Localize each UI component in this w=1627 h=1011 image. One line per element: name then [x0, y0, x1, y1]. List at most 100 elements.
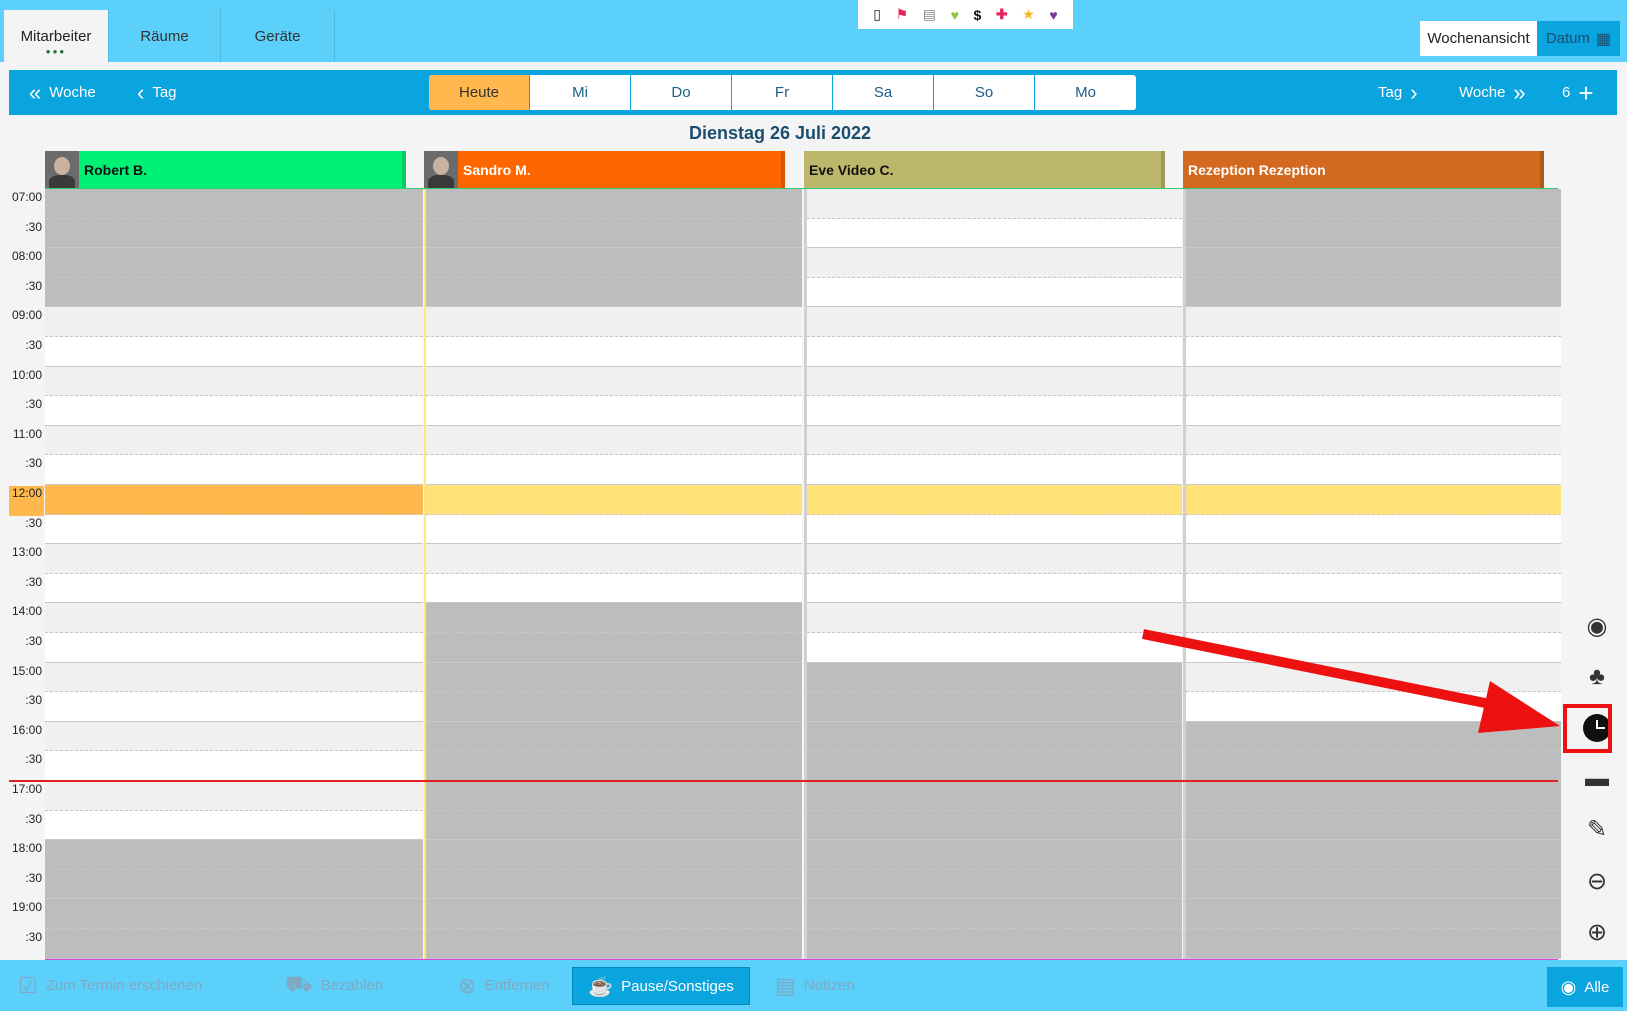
column-header[interactable]: Sandro M. — [424, 151, 785, 188]
time-slot[interactable] — [45, 396, 423, 426]
time-slot[interactable] — [426, 810, 802, 841]
time-slot[interactable] — [45, 544, 423, 574]
time-slot[interactable] — [1186, 277, 1561, 308]
time-slot[interactable] — [1186, 869, 1561, 900]
time-slot[interactable] — [45, 781, 423, 811]
eye-slash-icon[interactable]: ◉ — [1578, 607, 1616, 645]
time-slot[interactable] — [426, 248, 802, 278]
time-slot[interactable] — [1186, 810, 1561, 841]
time-slot[interactable] — [45, 869, 423, 900]
tab-geraete[interactable]: Geräte — [221, 10, 335, 62]
time-slot[interactable] — [807, 189, 1182, 219]
time-slot[interactable] — [807, 633, 1182, 663]
pay-button[interactable]: ⛟ Bezahlen — [285, 960, 383, 1011]
week-view-button[interactable]: Wochenansicht — [1420, 21, 1537, 56]
day-tab-mi[interactable]: Mi — [530, 75, 631, 110]
time-slot[interactable] — [45, 425, 423, 456]
remove-button[interactable]: ⊗ Entfernen — [458, 960, 549, 1011]
time-slot[interactable] — [45, 277, 423, 308]
print-icon[interactable]: ▬ — [1578, 760, 1616, 798]
day-tab-mo[interactable]: Mo — [1035, 75, 1136, 110]
cross-icon[interactable]: ✚ — [996, 6, 1008, 23]
time-slot[interactable] — [426, 692, 802, 722]
time-slot[interactable] — [426, 840, 802, 870]
time-slot[interactable] — [426, 218, 802, 249]
group-icon[interactable]: ♣ — [1578, 658, 1616, 696]
column-header[interactable]: Rezeption Rezeption — [1183, 151, 1544, 188]
time-slot[interactable] — [807, 840, 1182, 870]
time-slot[interactable] — [426, 396, 802, 426]
time-slot[interactable] — [807, 455, 1182, 485]
time-slot[interactable] — [45, 633, 423, 663]
day-tab-sa[interactable]: Sa — [833, 75, 934, 110]
time-slot[interactable] — [1186, 721, 1561, 752]
time-slot[interactable] — [1186, 514, 1561, 545]
time-slot[interactable] — [807, 810, 1182, 841]
phone-icon[interactable]: ▯ — [873, 6, 881, 23]
time-slot[interactable] — [426, 899, 802, 929]
time-slot[interactable] — [426, 869, 802, 900]
time-slot[interactable] — [1186, 425, 1561, 456]
time-slot[interactable] — [426, 603, 802, 633]
time-slot[interactable] — [45, 248, 423, 278]
time-slot[interactable] — [45, 692, 423, 722]
time-slot[interactable] — [45, 929, 423, 959]
time-slot[interactable] — [807, 425, 1182, 456]
time-slot[interactable] — [45, 189, 423, 219]
column-header[interactable]: Robert B. — [45, 151, 406, 188]
time-slot[interactable] — [1186, 662, 1561, 693]
time-slot[interactable] — [1186, 573, 1561, 604]
time-slot[interactable] — [807, 781, 1182, 811]
time-slot[interactable] — [45, 603, 423, 633]
tab-raeume[interactable]: Räume — [109, 10, 221, 62]
time-slot[interactable] — [45, 721, 423, 752]
time-slot[interactable] — [45, 840, 423, 870]
time-slot[interactable] — [426, 662, 802, 693]
time-slot[interactable] — [807, 366, 1182, 397]
time-slot[interactable] — [426, 337, 802, 367]
time-slot[interactable] — [45, 366, 423, 397]
time-slot[interactable] — [807, 396, 1182, 426]
time-slot[interactable] — [807, 307, 1182, 337]
time-slot[interactable] — [426, 544, 802, 574]
next-week-button[interactable]: Woche » — [1459, 70, 1526, 115]
time-slot[interactable] — [426, 307, 802, 337]
time-slot[interactable] — [1186, 692, 1561, 722]
time-slot[interactable] — [807, 337, 1182, 367]
time-slot[interactable] — [426, 425, 802, 456]
time-slot[interactable] — [1186, 899, 1561, 929]
time-slot[interactable] — [45, 455, 423, 485]
time-slot[interactable] — [45, 307, 423, 337]
time-slot[interactable] — [807, 514, 1182, 545]
prev-day-button[interactable]: ‹ Tag — [137, 70, 177, 115]
time-slot[interactable] — [426, 189, 802, 219]
date-button[interactable]: Datum ▦ — [1537, 21, 1620, 56]
time-slot[interactable] — [807, 485, 1182, 515]
time-slot[interactable] — [45, 662, 423, 693]
heart-icon[interactable]: ♥ — [951, 7, 959, 23]
time-slot[interactable] — [1186, 455, 1561, 485]
time-slot[interactable] — [807, 544, 1182, 574]
day-tab-fr[interactable]: Fr — [732, 75, 833, 110]
time-slot[interactable] — [45, 485, 423, 515]
star-icon[interactable]: ★ — [1022, 6, 1035, 23]
time-slot[interactable] — [45, 218, 423, 249]
day-tab-today[interactable]: Heute — [429, 75, 530, 110]
edit-notes-icon[interactable]: ✎ — [1578, 810, 1616, 848]
time-slot[interactable] — [426, 721, 802, 752]
flag-icon[interactable]: ⚑ — [896, 6, 909, 23]
schedule-column[interactable] — [424, 189, 802, 959]
time-slot[interactable] — [807, 721, 1182, 752]
time-slot[interactable] — [426, 781, 802, 811]
time-slot[interactable] — [426, 366, 802, 397]
time-slot[interactable] — [45, 573, 423, 604]
time-slot[interactable] — [426, 277, 802, 308]
zoom-out-icon[interactable]: ⊖ — [1578, 862, 1616, 900]
time-slot[interactable] — [426, 455, 802, 485]
day-tab-so[interactable]: So — [934, 75, 1035, 110]
time-slot[interactable] — [1186, 337, 1561, 367]
zoom-in-icon[interactable]: ⊕ — [1578, 913, 1616, 951]
schedule-column[interactable] — [45, 189, 423, 959]
time-slot[interactable] — [1186, 396, 1561, 426]
columns-count[interactable]: 6 + — [1562, 70, 1594, 115]
